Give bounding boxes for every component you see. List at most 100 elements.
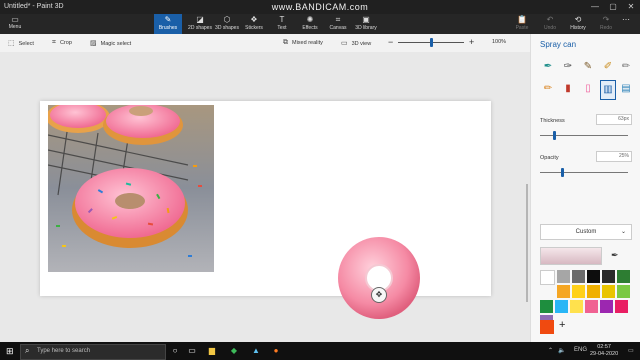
donut-photo[interactable] <box>48 105 214 272</box>
paste-button[interactable]: 📋 Paste <box>508 14 536 34</box>
crayon-icon[interactable]: ▯ <box>581 80 595 98</box>
opacity-slider-thumb[interactable] <box>561 168 564 177</box>
fill-bucket-icon[interactable]: ▤ <box>619 80 633 98</box>
palette-swatch[interactable] <box>615 300 628 313</box>
windows-start-icon[interactable]: ⊞ <box>6 346 16 356</box>
opacity-slider-track[interactable] <box>540 172 628 173</box>
clock[interactable]: 02:57 29-04-2020 <box>590 344 618 358</box>
paste-icon: 📋 <box>517 15 527 24</box>
tab-text[interactable]: T Text <box>268 14 296 34</box>
palette-swatch[interactable] <box>585 300 598 313</box>
canvas[interactable] <box>40 101 491 319</box>
cortana-icon[interactable]: ○ <box>169 345 181 357</box>
pixel-pen-icon[interactable]: ✏ <box>619 58 633 76</box>
tab-3d-shapes[interactable]: ⬡ 3D shapes <box>213 14 241 34</box>
text-icon: T <box>279 15 285 24</box>
palette-swatch[interactable] <box>617 285 630 298</box>
palette-swatch[interactable] <box>557 270 570 283</box>
eraser-icon[interactable]: ▮ <box>561 80 575 98</box>
bandicam-icon[interactable]: ◆ <box>228 345 240 357</box>
tab-canvas[interactable]: ⌗ Canvas <box>324 14 352 34</box>
history-button[interactable]: ⟲ History <box>564 14 592 34</box>
folder-icon: ▭ <box>11 15 19 24</box>
palette-swatch[interactable] <box>572 285 585 298</box>
brush-icon: ✎ <box>164 15 172 24</box>
marker-brush-icon[interactable]: ✒ <box>541 58 555 76</box>
magic-select-icon: ▨ <box>90 40 97 47</box>
palette-swatch[interactable] <box>587 285 600 298</box>
rotate-icon: ✥ <box>375 290 383 299</box>
tab-stickers[interactable]: ❖ Stickers <box>240 14 268 34</box>
more-icon: ⋯ <box>622 15 630 24</box>
paint-3d-taskbar-icon[interactable]: ▲ <box>250 345 262 357</box>
taskbar-search[interactable]: ⌕ Type here to search <box>20 344 166 360</box>
cube-icon: ⬡ <box>223 15 231 24</box>
palette-swatch[interactable] <box>540 270 555 285</box>
rotate-handle[interactable]: ✥ <box>371 287 387 303</box>
palette-swatch[interactable] <box>602 270 615 283</box>
undo-button[interactable]: ↶ Undo <box>536 14 564 34</box>
palette-swatch[interactable] <box>600 300 613 313</box>
crop-tool[interactable]: ⌗ Crop <box>52 39 72 47</box>
color-mode-select[interactable]: Custom ⌄ <box>540 224 632 240</box>
palette-swatch[interactable] <box>572 270 585 283</box>
file-explorer-icon[interactable]: ▆ <box>206 345 218 357</box>
shapes-2d-icon: ◪ <box>196 15 204 24</box>
more-options-button[interactable]: ⋯ <box>616 14 636 34</box>
brush-panel: Spray can ✒ ✑ ✎ ✐ ✏ ✏ ▮ ▯ ▥ ▤ Thickness … <box>530 34 640 342</box>
calligraphy-pen-icon[interactable]: ✑ <box>561 58 575 76</box>
tab-3d-library[interactable]: ▣ 3D library <box>352 14 380 34</box>
vertical-scrollbar[interactable] <box>526 184 528 302</box>
mixed-reality-icon: ⧉ <box>283 39 288 46</box>
maximize-button[interactable]: ▢ <box>604 0 622 14</box>
palette-swatch[interactable] <box>602 285 615 298</box>
palette-swatch[interactable] <box>587 270 600 283</box>
search-placeholder: Type here to search <box>37 348 91 354</box>
close-button[interactable]: ✕ <box>622 0 640 14</box>
language-indicator[interactable]: ENG <box>574 347 587 353</box>
donut-photo-graphic <box>48 105 214 272</box>
custom-color-swatch[interactable] <box>540 320 554 334</box>
select-icon: ⬚ <box>8 40 15 47</box>
volume-icon[interactable]: 🔈 <box>558 347 565 354</box>
firefox-icon[interactable]: ● <box>270 345 282 357</box>
panel-title: Spray can <box>540 40 577 49</box>
thickness-input[interactable]: 63px <box>596 114 632 125</box>
palette-swatch[interactable] <box>570 300 583 313</box>
oil-brush-icon[interactable]: ✎ <box>581 58 595 76</box>
menu-button[interactable]: ▭ Menu <box>6 15 24 30</box>
workspace[interactable] <box>0 52 530 342</box>
thickness-slider-thumb[interactable] <box>553 131 556 140</box>
palette-swatch[interactable] <box>617 270 630 283</box>
tab-2d-shapes[interactable]: ◪ 2D shapes <box>186 14 214 34</box>
zoom-out-button[interactable]: − <box>388 37 393 47</box>
zoom-slider-thumb[interactable] <box>430 38 433 47</box>
chevron-down-icon: ⌄ <box>620 229 626 235</box>
pencil-icon[interactable]: ✏ <box>541 80 555 98</box>
opacity-label: Opacity <box>540 155 559 161</box>
add-color-button[interactable]: + <box>559 319 565 331</box>
palette-swatch[interactable] <box>540 300 553 313</box>
zoom-in-button[interactable]: + <box>469 37 474 47</box>
minimize-button[interactable]: — <box>586 0 604 14</box>
palette-swatch[interactable] <box>557 285 570 298</box>
tray-chevron-icon[interactable]: ⌃ <box>548 347 553 354</box>
opacity-input[interactable]: 25% <box>596 151 632 162</box>
magic-select-tool[interactable]: ▨ Magic select <box>90 39 131 47</box>
tab-effects[interactable]: ✺ Effects <box>296 14 324 34</box>
notifications-icon[interactable]: ▭ <box>628 347 634 354</box>
donut-3d-model[interactable] <box>336 235 422 321</box>
palette-swatch[interactable] <box>555 300 568 313</box>
tab-brushes[interactable]: ✎ Brushes <box>154 14 182 34</box>
sticker-icon: ❖ <box>250 15 258 24</box>
watercolor-brush-icon[interactable]: ✐ <box>601 58 615 76</box>
current-color-swatch <box>540 247 602 265</box>
select-tool[interactable]: ⬚ Select <box>8 39 34 47</box>
spray-can-icon[interactable]: ▥ <box>600 80 616 100</box>
eyedropper-icon[interactable]: ✒ <box>611 250 619 261</box>
task-view-icon[interactable]: ▭ <box>186 345 198 357</box>
3d-view-button[interactable]: ▭ 3D view <box>341 39 371 47</box>
bandicam-watermark: www.BANDICAM.com <box>271 2 369 12</box>
search-icon: ⌕ <box>25 346 30 355</box>
mixed-reality-button[interactable]: ⧉ Mixed reality <box>283 39 323 47</box>
